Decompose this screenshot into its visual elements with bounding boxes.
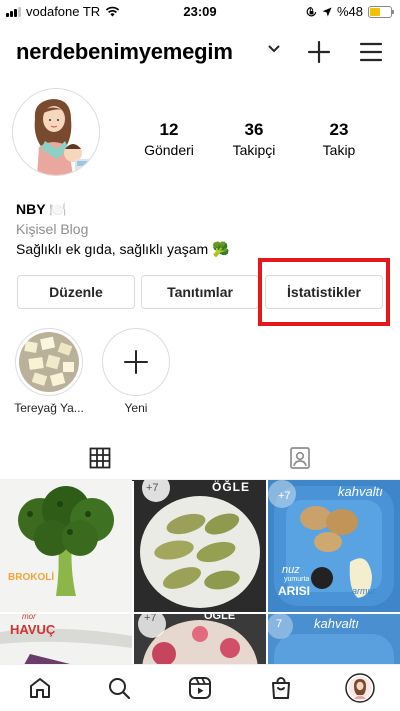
new-highlight-label: Yeni — [124, 401, 148, 415]
posts-count[interactable]: 12 Gönderi — [124, 120, 214, 160]
nav-home[interactable] — [22, 671, 58, 705]
post-text: armut — [352, 586, 376, 596]
profile-avatar[interactable] — [12, 88, 100, 176]
search-icon — [109, 678, 131, 700]
tab-grid[interactable] — [0, 436, 200, 481]
grid-icon — [89, 447, 111, 469]
new-highlight-inner — [106, 332, 166, 392]
new-highlight-ring — [102, 328, 170, 396]
story-highlight-tereyag[interactable]: Tereyağ Ya... — [9, 328, 89, 415]
story-highlight-ring — [15, 328, 83, 396]
post-thumbnail[interactable]: +7 brokoli ÖĞLE — [134, 614, 266, 668]
tab-tagged[interactable] — [200, 436, 400, 480]
profile-avatar — [345, 673, 375, 703]
post-thumbnail[interactable]: +7 ÖĞLE — [134, 480, 266, 612]
post-text: yumurta — [284, 576, 310, 583]
post-thumbnail[interactable]: 7 kahvaltı — [268, 614, 400, 668]
reels-icon — [189, 677, 211, 699]
following-count-label: Takip — [322, 142, 356, 158]
profile-bio: NBY 🍽️ Kişisel Blog Sağlıklı ek gıda, sa… — [16, 199, 230, 259]
profile-header: nerdebenimyemegim — [0, 26, 400, 78]
avatar-illustration — [13, 89, 99, 175]
following-count-value: 23 — [329, 120, 349, 139]
post-caption: ÖĞLE — [212, 480, 251, 494]
story-highlight-image — [19, 332, 79, 392]
nav-shop[interactable] — [263, 671, 299, 705]
post-text: nuz — [282, 564, 300, 576]
post-badge: 7 — [276, 618, 283, 630]
post-caption: HAVUÇ — [10, 622, 56, 637]
post-text: mor — [22, 614, 36, 621]
home-icon — [30, 678, 50, 698]
location-arrow-icon — [322, 7, 332, 16]
new-post-button[interactable] — [305, 38, 333, 66]
tagged-icon — [290, 447, 310, 469]
post-text: ARISI — [278, 584, 311, 598]
bio-name: NBY 🍽️ — [16, 201, 67, 217]
hamburger-menu-icon — [359, 42, 383, 62]
post-badge: +7 — [278, 490, 291, 502]
nav-search[interactable] — [101, 671, 137, 705]
post-grid: BROKOLİ +7 ÖĞLE +7 kahvaltı yumurta ARIS… — [0, 480, 400, 668]
post-caption: kahvaltı — [314, 616, 359, 631]
chevron-down-icon[interactable] — [268, 44, 280, 54]
following-count[interactable]: 23 Takip — [294, 120, 384, 160]
shop-icon — [272, 677, 290, 699]
followers-count-label: Takipçi — [232, 142, 276, 158]
plus-icon — [307, 40, 331, 64]
profile-tabs — [0, 436, 400, 481]
bio-text: Sağlıklı ek gıda, sağlıklı yaşam 🥦 — [16, 241, 230, 257]
followers-count[interactable]: 36 Takipçi — [209, 120, 299, 160]
edit-profile-button[interactable]: Düzenle — [17, 275, 135, 309]
posts-count-value: 12 — [159, 120, 179, 139]
menu-button[interactable] — [357, 38, 385, 66]
battery-percent: %48 — [336, 4, 363, 19]
post-thumbnail[interactable]: BROKOLİ — [0, 480, 132, 612]
new-highlight-button[interactable]: Yeni — [96, 328, 176, 415]
lock-rotation-icon — [306, 6, 317, 16]
post-thumbnail[interactable]: +7 kahvaltı yumurta ARISI armut nuz — [268, 480, 400, 612]
broccoli-image — [0, 480, 132, 612]
battery-fill — [370, 7, 380, 16]
bio-category: Kişisel Blog — [16, 221, 89, 237]
post-text: ÖĞLE — [204, 614, 236, 622]
butter-image — [19, 332, 79, 392]
bottom-nav — [0, 664, 400, 711]
plus-icon — [124, 350, 148, 374]
highlight-annotation-box — [258, 258, 390, 326]
post-caption: kahvaltı — [338, 484, 383, 499]
nav-profile[interactable] — [342, 671, 378, 705]
patties-image — [134, 480, 266, 612]
promotions-button[interactable]: Tanıtımlar — [141, 275, 259, 309]
story-highlight-label: Tereyağ Ya... — [14, 401, 84, 415]
nav-reels[interactable] — [182, 671, 218, 705]
post-caption: brokoli — [140, 614, 172, 616]
posts-count-label: Gönderi — [144, 142, 194, 158]
followers-count-value: 36 — [244, 120, 264, 139]
post-thumbnail[interactable]: mor HAVUÇ — [0, 614, 132, 668]
status-bar: vodafone TR 23:09 %48 — [0, 0, 400, 24]
status-right: %48 — [306, 4, 394, 19]
battery-icon — [368, 5, 394, 18]
post-caption: BROKOLİ — [8, 572, 55, 583]
post-badge: +7 — [146, 482, 159, 494]
username-title[interactable]: nerdebenimyemegim — [16, 39, 233, 65]
